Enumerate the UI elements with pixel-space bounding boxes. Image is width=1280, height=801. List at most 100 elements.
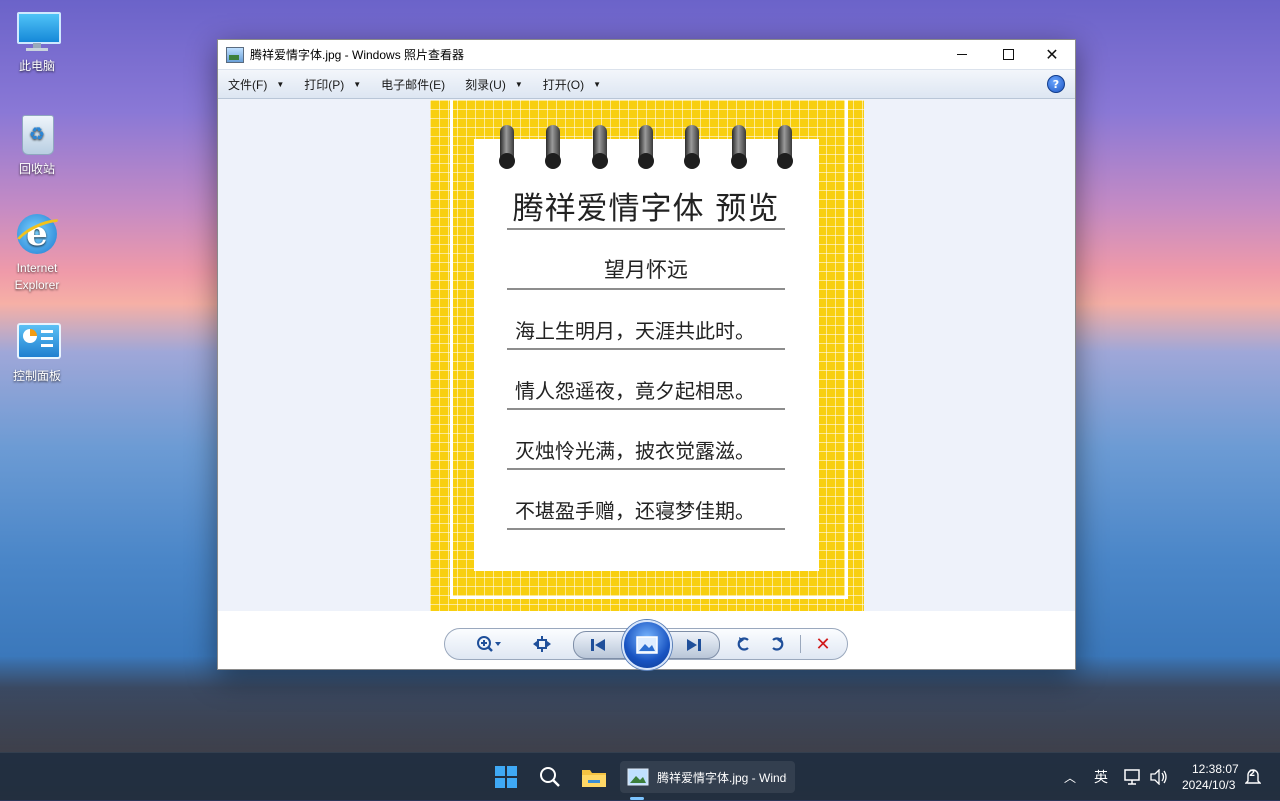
desktop-icon-label: 回收站: [18, 162, 55, 176]
window-title: 腾祥爱情字体.jpg - Windows 照片查看器: [250, 48, 465, 62]
paper-rule: [507, 528, 785, 530]
taskbar-app-label: 腾祥爱情字体.jpg - Windows 照片查看器: [657, 770, 787, 785]
rotate-counterclockwise-button[interactable]: [732, 629, 756, 659]
zoom-button[interactable]: [471, 629, 507, 659]
paper-rule: [507, 468, 785, 470]
spiral-ring: [545, 125, 561, 169]
desktop-icon-control-panel[interactable]: 控制面板: [0, 320, 74, 385]
desktop-icon-label: 控制面板: [12, 369, 61, 383]
rotate-left-icon: [737, 637, 749, 651]
delete-button[interactable]: ✕: [809, 629, 837, 659]
taskbar: 腾祥爱情字体.jpg - Windows 照片查看器 ︿ 英 12:38:07 …: [0, 752, 1280, 801]
slideshow-button[interactable]: [622, 620, 672, 670]
chevron-down-icon: ▼: [514, 79, 523, 89]
search-button[interactable]: [534, 761, 566, 793]
image-viewport[interactable]: 腾祥爱情字体 预览 望月怀远 海上生明月，天涯共此时。 情人怨遥夜，竟夕起相思。…: [218, 99, 1075, 611]
spiral-ring: [638, 125, 654, 169]
rotate-clockwise-button[interactable]: [765, 629, 789, 659]
network-icon: [1124, 769, 1140, 785]
input-method-button[interactable]: 英: [1090, 761, 1112, 793]
volume-button[interactable]: [1148, 761, 1170, 793]
paper-rule: [507, 348, 785, 350]
maximize-button[interactable]: [985, 40, 1031, 69]
title-bar[interactable]: 腾祥爱情字体.jpg - Windows 照片查看器 ✕: [218, 40, 1075, 69]
desktop-icon-this-pc[interactable]: 此电脑: [0, 10, 74, 75]
close-button[interactable]: ✕: [1029, 40, 1075, 69]
skip-next-icon: [687, 639, 701, 651]
displayed-image: 腾祥爱情字体 预览 望月怀远 海上生明月，天涯共此时。 情人怨遥夜，竟夕起相思。…: [430, 100, 864, 611]
poem-line: 不堪盈手赠，还寝梦佳期。: [515, 499, 755, 523]
paper-rule: [507, 408, 785, 410]
toolbar-divider: [800, 635, 801, 653]
taskbar-photo-viewer[interactable]: 腾祥爱情字体.jpg - Windows 照片查看器: [620, 761, 795, 800]
next-button[interactable]: [678, 632, 708, 658]
image-title: 腾祥爱情字体 预览: [512, 191, 780, 227]
chevron-down-icon: ▼: [593, 79, 602, 89]
actual-size-button[interactable]: [527, 629, 557, 659]
poem-line: 情人怨遥夜，竟夕起相思。: [515, 379, 755, 403]
menu-open-label: 打开(O): [542, 77, 585, 92]
clock-time[interactable]: 12:38:07: [1192, 762, 1239, 776]
menu-burn[interactable]: 刻录(U) ▼: [455, 76, 533, 93]
minimize-button[interactable]: [939, 40, 985, 69]
help-button[interactable]: ?: [1047, 75, 1065, 93]
notifications-button[interactable]: 2: [1242, 761, 1264, 793]
spiral-ring: [499, 125, 515, 169]
menu-open[interactable]: 打开(O) ▼: [533, 76, 611, 93]
start-button[interactable]: [490, 761, 522, 793]
desktop-icon-label: 此电脑: [18, 59, 55, 73]
file-explorer-button[interactable]: [578, 761, 610, 793]
delete-icon: ✕: [815, 633, 831, 655]
recycle-bin-icon: ♻: [15, 113, 59, 157]
minimize-icon: [957, 54, 967, 55]
rotate-right-icon: [772, 637, 784, 651]
desktop-icon-internet-explorer[interactable]: e Internet Explorer: [0, 212, 74, 294]
chevron-down-icon: ▼: [353, 79, 362, 89]
chevron-down-icon: ▼: [276, 79, 285, 89]
menu-email-label: 电子邮件(E): [381, 77, 446, 92]
show-hidden-icons-button[interactable]: ︿: [1060, 761, 1080, 793]
photo-viewer-app-icon: [226, 46, 244, 63]
poem-line: 灭烛怜光满，披衣觉露滋。: [515, 439, 755, 463]
skip-previous-icon: [591, 639, 605, 651]
spiral-ring: [684, 125, 700, 169]
spiral-ring: [592, 125, 608, 169]
menu-file-label: 文件(F): [228, 77, 268, 92]
spiral-ring: [777, 125, 793, 169]
menu-print[interactable]: 打印(P) ▼: [294, 76, 371, 93]
menu-bar: 文件(F) ▼ 打印(P) ▼ 电子邮件(E) 刻录(U) ▼ 打开(O) ▼: [218, 69, 1075, 99]
ime-indicator: 英: [1094, 770, 1108, 786]
chevron-up-icon: ︿: [1063, 770, 1076, 785]
control-panel-icon: [15, 320, 61, 364]
image-subtitle: 望月怀远: [604, 258, 688, 282]
photo-viewer-window: 腾祥爱情字体.jpg - Windows 照片查看器 ✕ 文件(F) ▼ 打印(…: [217, 39, 1076, 670]
computer-icon: [15, 10, 61, 54]
paper-rule: [507, 228, 785, 230]
notification-badge: 2: [1249, 769, 1256, 779]
menu-burn-label: 刻录(U): [465, 77, 506, 92]
photo-viewer-icon: [627, 768, 649, 786]
poem-line: 海上生明月，天涯共此时。: [515, 319, 755, 343]
help-icon: ?: [1052, 77, 1060, 91]
previous-button[interactable]: [584, 632, 614, 658]
spiral-ring: [731, 125, 747, 169]
zoom-icon: [477, 636, 501, 652]
menu-email[interactable]: 电子邮件(E): [371, 76, 455, 93]
search-icon: [540, 767, 560, 787]
windows-logo-icon: [495, 766, 517, 788]
clock-date[interactable]: 2024/10/3: [1182, 778, 1235, 792]
slideshow-icon: [636, 636, 658, 654]
desktop-icon-label: Internet Explorer: [14, 261, 60, 292]
maximize-icon: [1002, 49, 1014, 60]
internet-explorer-icon: e: [11, 212, 69, 256]
network-button[interactable]: [1122, 761, 1144, 793]
desktop-icon-recycle-bin[interactable]: ♻ 回收站: [0, 113, 74, 178]
paper-rule: [507, 288, 785, 290]
folder-icon: [582, 770, 606, 787]
close-icon: ✕: [1045, 45, 1059, 64]
menu-file[interactable]: 文件(F) ▼: [218, 76, 294, 93]
notepad-paper: 腾祥爱情字体 预览 望月怀远 海上生明月，天涯共此时。 情人怨遥夜，竟夕起相思。…: [474, 125, 819, 571]
fit-to-window-icon: [533, 636, 551, 652]
volume-icon: [1150, 769, 1167, 785]
menu-print-label: 打印(P): [304, 77, 345, 92]
